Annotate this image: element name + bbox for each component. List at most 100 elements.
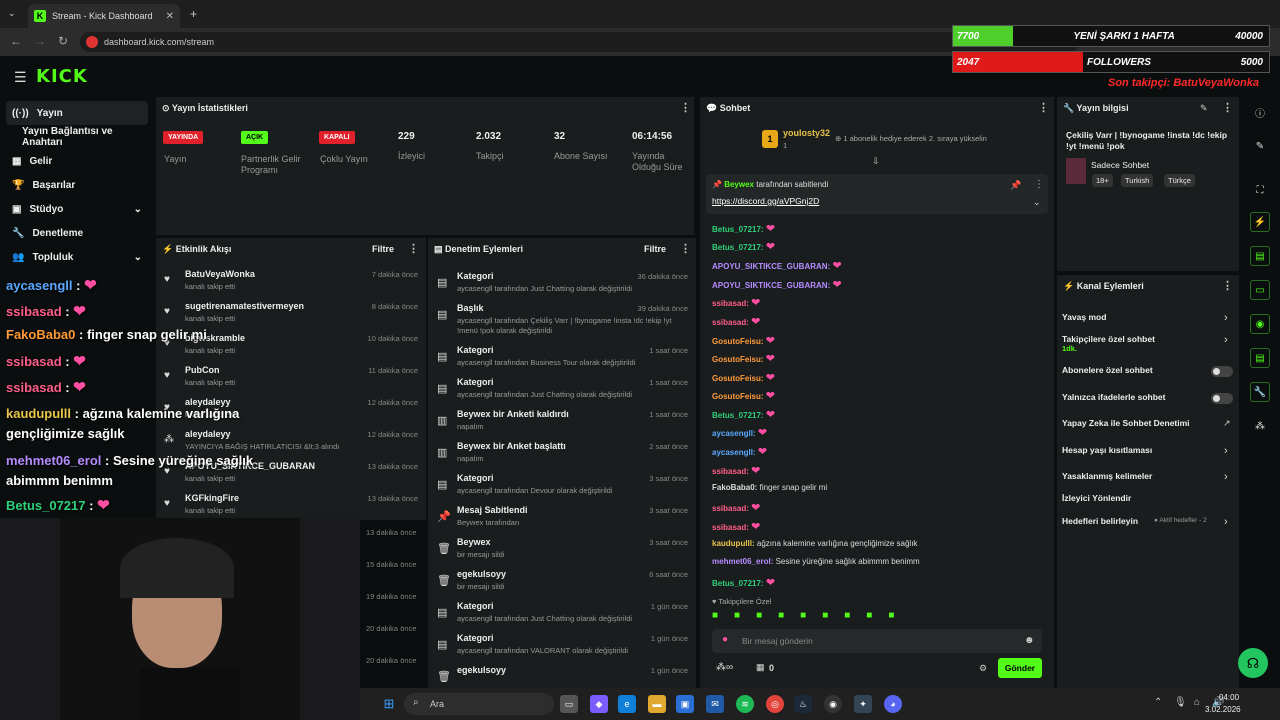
tab-list-icon[interactable]: ⌄	[8, 8, 16, 19]
task-view-icon[interactable]: ▭	[560, 695, 578, 713]
activity-menu-icon[interactable]: ⋮	[408, 242, 419, 255]
chat-message[interactable]: GosutoFeisu: ❤	[712, 389, 775, 402]
activity-row[interactable]: ♥ PubCon kanalı takip etti 11 dakika önc…	[160, 364, 422, 396]
moderation-row[interactable]: ▤ Kategori aycasengll tarafından Devour …	[432, 472, 692, 502]
channel-action-row[interactable]: Yalnızca ifadelerle sohbet	[1062, 392, 1234, 402]
moderation-row[interactable]: ▤ Kategori aycasengll tarafından Just Ch…	[432, 270, 692, 300]
activity-filter-button[interactable]: Filtre	[372, 244, 394, 254]
channel-action-row[interactable]: Yavaş mod	[1062, 312, 1234, 322]
moderation-row[interactable]: ▤ Başlık aycasengll tarafından Çekiliş V…	[432, 302, 692, 335]
kick-logo[interactable]: KICK	[36, 66, 88, 87]
moderation-menu-icon[interactable]: ⋮	[680, 242, 691, 255]
sidebar-item-denetleme[interactable]: 🔧 Denetleme	[6, 221, 148, 245]
external-link-icon[interactable]: ↗	[1223, 418, 1231, 429]
store-icon[interactable]: ▦	[756, 662, 765, 673]
moderation-row[interactable]: ▥ Beywex bir Anket başlattı napalım 2 sa…	[432, 440, 692, 470]
moderation-row[interactable]: ▤ Kategori aycasengll tarafından Busines…	[432, 344, 692, 374]
moderation-row[interactable]: 📌 Mesaj Sabitlendi Beywex tarafından 3 s…	[432, 504, 692, 534]
sidebar-item-studyo[interactable]: ▣ Stüdyo ⌄	[6, 197, 148, 221]
sidebar-item-yayin[interactable]: ((·)) Yayın	[6, 101, 148, 125]
chevron-right-icon[interactable]: ›	[1224, 471, 1228, 483]
store-app-icon[interactable]: ▣	[676, 695, 694, 713]
windows-start-icon[interactable]: ⊞	[380, 695, 398, 713]
chevron-right-icon[interactable]: ›	[1224, 516, 1228, 528]
chat-message[interactable]: FakoBaba0: finger snap gelir mi	[712, 483, 827, 492]
chat-message[interactable]: mehmet06_erol: Sesine yüreğine sağlık ab…	[712, 557, 920, 566]
activity-row[interactable]: ♥ BatuVeyaWonka kanalı takip etti 7 daki…	[160, 268, 422, 300]
chat-message[interactable]: APOYU_SIKTIKCE_GUBARAN: ❤	[712, 278, 842, 291]
chat-message[interactable]: ssibasad: ❤	[712, 315, 760, 328]
chat-message[interactable]: GosutoFeisu: ❤	[712, 334, 775, 347]
moderation-filter-button[interactable]: Filtre	[644, 244, 666, 254]
channel-action-row[interactable]: Hesap yaşı kısıtlaması	[1062, 445, 1234, 455]
clip-icon[interactable]: ⛶	[1250, 180, 1270, 200]
sidebar-item-topluluk[interactable]: 👥 Topluluk ⌄	[6, 245, 148, 269]
moderation-row[interactable]: ▤ Kategori aycasengll tarafından Just Ch…	[432, 376, 692, 406]
chat-message[interactable]: Betus_07217: ❤	[712, 576, 775, 589]
edit-rail-icon[interactable]: ✎	[1250, 136, 1270, 156]
mail-icon[interactable]: ✉	[706, 695, 724, 713]
lightning-icon[interactable]: ⚡	[1250, 212, 1270, 232]
menu-icon[interactable]: ☰	[14, 69, 27, 86]
forward-icon[interactable]: →	[34, 34, 46, 48]
edge-icon[interactable]: e	[618, 695, 636, 713]
tools-rail-icon[interactable]: 🔧	[1250, 382, 1270, 402]
chat-message[interactable]: ssibasad: ❤	[712, 296, 760, 309]
pinned-link[interactable]: https://discord.gg/aVPGnj2D	[712, 196, 819, 206]
copilot-icon[interactable]: ◆	[590, 695, 608, 713]
taskbar-date[interactable]: 3.02.2026	[1205, 705, 1241, 714]
chevron-down-icon[interactable]: ⌄	[1033, 197, 1041, 208]
notes-icon[interactable]: ▤	[1250, 246, 1270, 266]
moderation-row[interactable]: 🗑 Beywex bir mesajı sildi 3 saat önce	[432, 536, 692, 566]
chat-message[interactable]: ssibasad: ❤	[712, 520, 760, 533]
gift-user[interactable]: youlosty32	[783, 128, 830, 138]
channel-action-row[interactable]: Yasaklanmış kelimeler	[1062, 471, 1234, 481]
close-tab-icon[interactable]: ✕	[166, 11, 174, 22]
stats-menu-icon[interactable]: ⋮	[680, 101, 691, 114]
spotify-icon[interactable]: ≋	[736, 695, 754, 713]
mic-icon[interactable]: ●	[722, 634, 728, 645]
pin-icon[interactable]: 📌	[1010, 180, 1021, 191]
channel-action-row[interactable]: Takipçilere özel sohbet 1dk.	[1062, 334, 1234, 353]
explorer-icon[interactable]: ▬	[648, 695, 666, 713]
chevron-right-icon[interactable]: ›	[1224, 334, 1228, 346]
chat-message[interactable]: aycasengll: ❤	[712, 445, 767, 458]
channel-action-row[interactable]: Yapay Zeka ile Sohbet Denetimi	[1062, 418, 1234, 428]
tray-chevron-icon[interactable]: ⌃	[1154, 697, 1162, 708]
send-button[interactable]: Gönder	[998, 658, 1042, 678]
new-tab-icon[interactable]: +	[190, 7, 197, 21]
chevron-right-icon[interactable]: ›	[1224, 445, 1228, 457]
steam-icon[interactable]: ♨	[794, 695, 812, 713]
chat-message[interactable]: aycasengll: ❤	[712, 426, 767, 439]
chevron-right-icon[interactable]: ›	[1224, 312, 1228, 324]
chat-message[interactable]: ssibasad: ❤	[712, 501, 760, 514]
category-name[interactable]: Sadece Sohbet	[1091, 160, 1149, 170]
mic-tray-icon[interactable]: 🎙	[1174, 697, 1187, 708]
pinned-menu-icon[interactable]: ⋮	[1034, 179, 1044, 190]
moderation-row[interactable]: ▤ Kategori aycasengll tarafından VALORAN…	[432, 632, 692, 662]
channel-action-row[interactable]: Abonelere özel sohbet	[1062, 365, 1234, 375]
chat-message[interactable]: GosutoFeisu: ❤	[712, 371, 775, 384]
emote-bar[interactable]: ■■■■■■■■■	[712, 610, 1042, 624]
sidebar-item-stream-key[interactable]: Yayın Bağlantısı ve Anahtarı	[6, 125, 148, 149]
back-icon[interactable]: ←	[10, 34, 22, 48]
stream-info-menu-icon[interactable]: ⋮	[1222, 101, 1233, 114]
chat-message[interactable]: Betus_07217: ❤	[712, 408, 775, 421]
channel-action-row[interactable]: İzleyici Yönlendir	[1062, 493, 1234, 503]
moderation-row[interactable]: ▤ Kategori aycasengll tarafından Just Ch…	[432, 600, 692, 630]
chat-menu-icon[interactable]: ⋮	[1038, 101, 1049, 114]
network-icon[interactable]: ⌂	[1194, 697, 1200, 708]
channel-action-row[interactable]: Hedefleri belirleyin ● Aktif hedefler - …	[1062, 516, 1234, 526]
chat-settings-icon[interactable]: ⚙	[979, 663, 987, 674]
browser-tab[interactable]: K Stream - Kick Dashboard ✕	[28, 4, 180, 28]
emoji-icon[interactable]: ☻	[1024, 635, 1035, 646]
chat-message[interactable]: ssibasad: ❤	[712, 464, 760, 477]
moderation-rail-icon[interactable]: ▤	[1250, 348, 1270, 368]
community-rail-icon[interactable]: ⁂	[1250, 416, 1270, 436]
obs-icon[interactable]: ◉	[824, 695, 842, 713]
site-info-icon[interactable]	[86, 36, 98, 48]
app-icon[interactable]: ✦	[854, 695, 872, 713]
scroll-down-icon[interactable]: ⇩	[872, 156, 880, 167]
chat-message[interactable]: GosutoFeisu: ❤	[712, 352, 775, 365]
moderation-row[interactable]: 🗑 egekulsoyy bir mesajı sildi 6 saat önc…	[432, 568, 692, 598]
